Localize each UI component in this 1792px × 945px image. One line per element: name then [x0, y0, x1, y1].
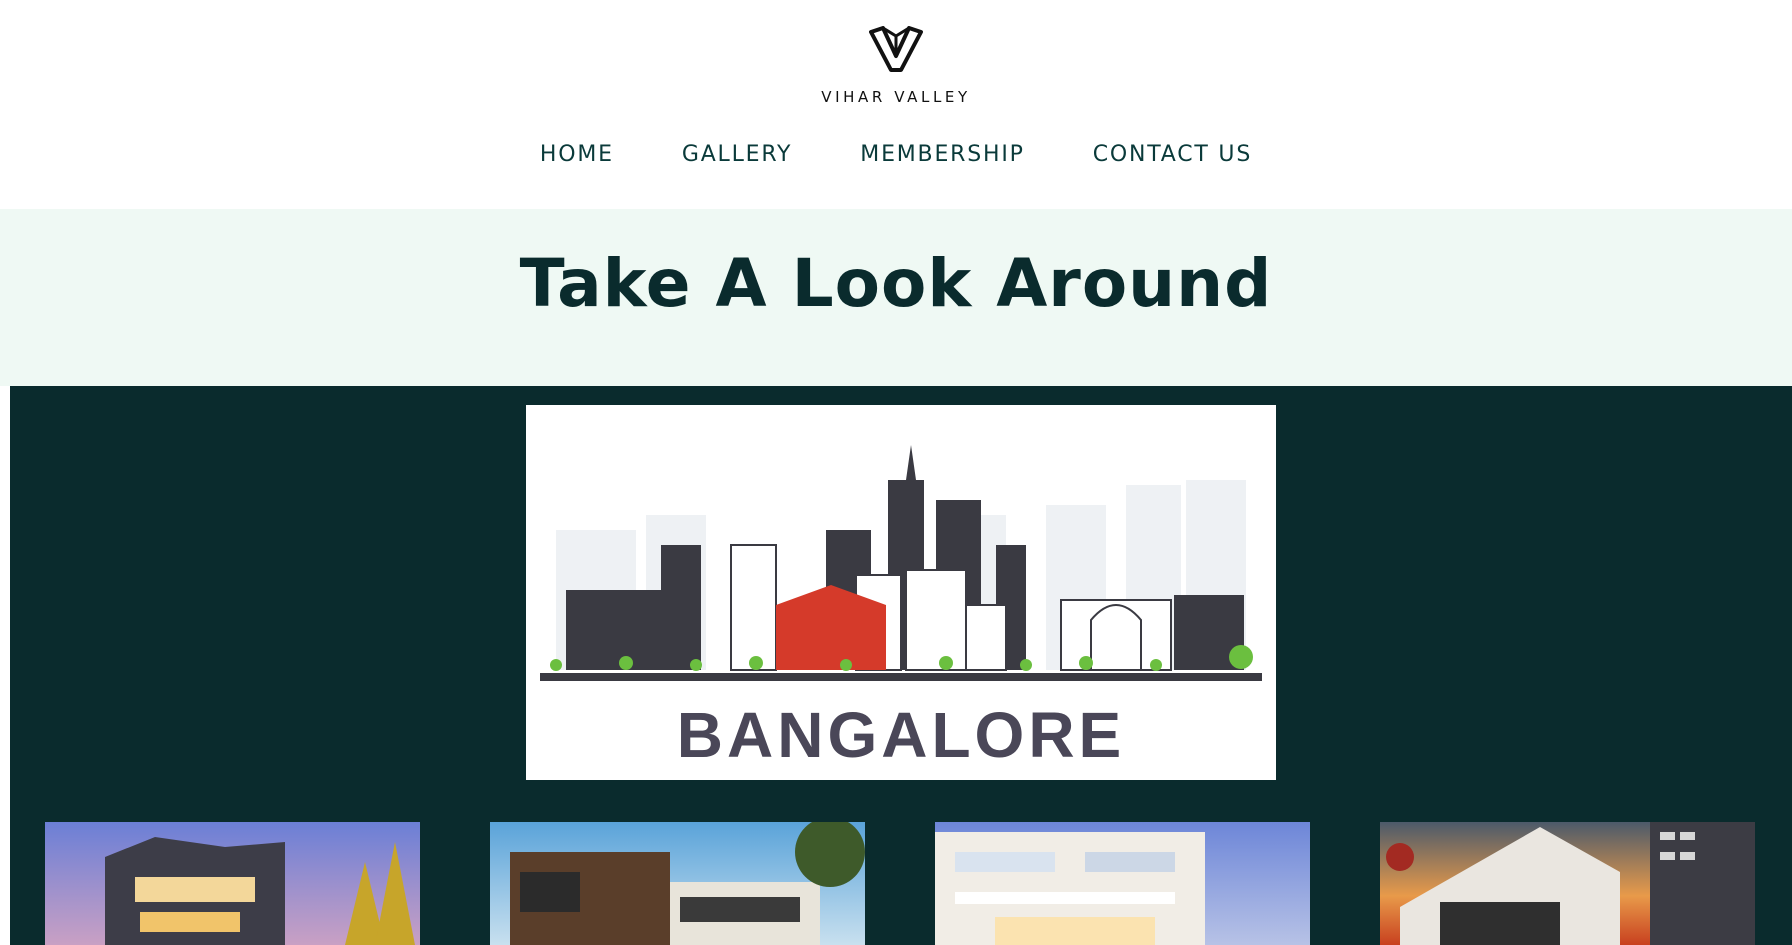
gallery-thumbnail-2[interactable]	[490, 822, 865, 945]
nav-home[interactable]: HOME	[540, 139, 614, 171]
site-header: VIHAR VALLEY HOME GALLERY MEMBERSHIP CON…	[0, 0, 1792, 209]
v-logo-icon	[869, 26, 923, 72]
gallery-thumbnail-4[interactable]	[1380, 822, 1755, 945]
main-nav: HOME GALLERY MEMBERSHIP CONTACT US	[0, 139, 1792, 171]
feature-image-bangalore[interactable]: BANGALORE	[526, 405, 1276, 780]
nav-contact-us[interactable]: CONTACT US	[1093, 139, 1252, 171]
nav-gallery[interactable]: GALLERY	[682, 139, 792, 171]
gallery-thumbnail-3[interactable]	[935, 822, 1310, 945]
house-wood-image	[490, 822, 865, 945]
hero-section: Take A Look Around	[0, 209, 1792, 386]
logo[interactable]	[0, 26, 1792, 76]
white-apartments-image	[935, 822, 1310, 945]
nav-membership[interactable]: MEMBERSHIP	[860, 139, 1024, 171]
brand-name: VIHAR VALLEY	[821, 88, 971, 106]
villa-sunset-image	[1380, 822, 1755, 945]
page-title: Take A Look Around	[519, 245, 1273, 322]
villa-dusk-image	[45, 822, 420, 945]
feature-caption: BANGALORE	[677, 699, 1125, 771]
gallery-thumbnail-1[interactable]	[45, 822, 420, 945]
bangalore-skyline-image: BANGALORE	[526, 405, 1276, 780]
